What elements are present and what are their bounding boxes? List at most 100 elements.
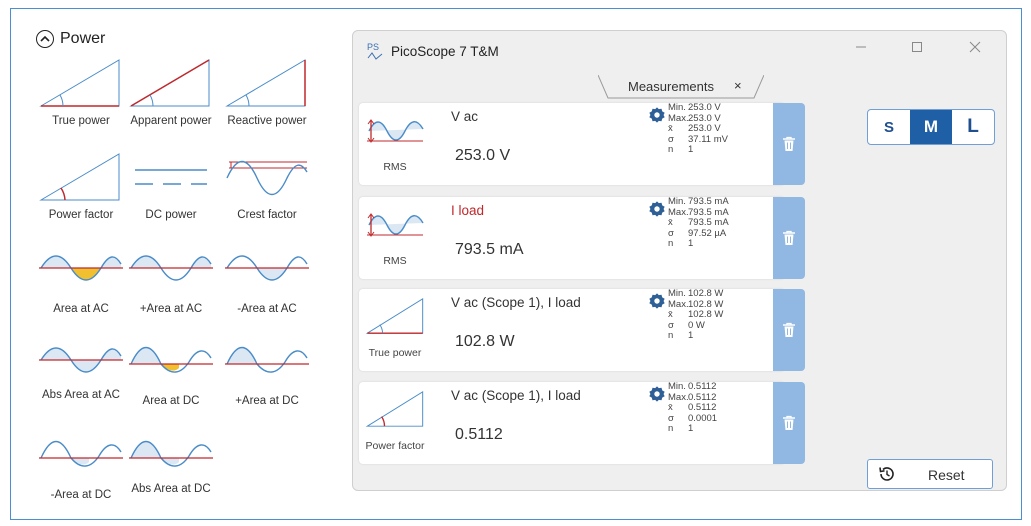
- tile-true-power[interactable]: True power: [38, 58, 124, 128]
- stat-row: x̄ 253.0 V: [668, 123, 728, 135]
- tile-abs-area-dc[interactable]: Abs Area at DC: [128, 438, 214, 496]
- stat-value: 102.8 W: [688, 288, 724, 299]
- stat-row: x̄ 0.5112: [668, 402, 717, 414]
- measurement-card[interactable]: RMS I load 793.5 mA Min. 793.5 mA Max. 793.5 m…: [359, 196, 805, 279]
- maximize-button[interactable]: [905, 40, 929, 60]
- tile-area-dc[interactable]: Area at DC: [128, 344, 214, 408]
- tile-label: Abs Area at AC: [42, 389, 120, 401]
- tile-apparent-power[interactable]: Apparent power: [128, 58, 214, 128]
- collapse-icon[interactable]: [36, 30, 54, 48]
- tile-label: +Area at DC: [235, 395, 299, 407]
- maximize-icon: [912, 42, 922, 52]
- stat-value: 793.5 mA: [688, 196, 729, 207]
- measurement-source: V ac: [451, 109, 479, 124]
- tile-dc-power[interactable]: DC power: [128, 152, 214, 222]
- minimize-button[interactable]: [849, 40, 873, 60]
- tile-plus-area-dc[interactable]: +Area at DC: [224, 344, 310, 408]
- measurement-value: 0.5112: [455, 426, 503, 443]
- measurement-card[interactable]: True power V ac (Scope 1), I load 102.8 WM…: [359, 288, 805, 371]
- reset-button[interactable]: Reset: [867, 459, 993, 489]
- power-section-header[interactable]: Power: [36, 30, 105, 48]
- tab-measurements[interactable]: Measurements ×: [598, 75, 764, 99]
- stat-row: Min. 253.0 V: [668, 102, 728, 114]
- stat-row: x̄ 793.5 mA: [668, 217, 729, 229]
- area-dc-icon: [129, 346, 213, 373]
- stat-value: 0.5112: [688, 402, 717, 413]
- measurement-type-label: True power: [368, 347, 422, 359]
- power-section-title: Power: [60, 30, 106, 47]
- gear-icon[interactable]: [648, 200, 666, 218]
- delete-measurement-button[interactable]: [773, 197, 805, 279]
- stat-key: Min.: [668, 102, 686, 113]
- picoscope-app-icon: PS: [367, 43, 383, 61]
- power-factor-icon: [39, 153, 120, 201]
- stat-row: n1: [668, 144, 728, 156]
- minimize-icon: [856, 46, 866, 48]
- area-ac-icon: [39, 255, 123, 281]
- stat-key: n: [668, 423, 674, 434]
- power-factor-icon: [365, 390, 424, 427]
- trash-icon: [783, 322, 795, 337]
- tile-minus-area-ac[interactable]: -Area at AC: [224, 252, 310, 316]
- minus-area-ac-icon: [225, 255, 309, 281]
- stat-key: n: [668, 238, 674, 249]
- tile-label: Power factor: [48, 209, 114, 221]
- tile-minus-area-dc[interactable]: -Area at DC: [38, 438, 124, 502]
- tile-crest-factor[interactable]: Crest factor: [224, 152, 310, 222]
- measurement-value: 102.8 W: [455, 333, 515, 350]
- stat-value: 0.5112: [688, 381, 717, 392]
- reactive-power-icon: [225, 59, 306, 107]
- tile-label: Area at AC: [53, 303, 109, 315]
- delete-measurement-button[interactable]: [773, 289, 805, 371]
- stat-row: Min. 0.5112: [668, 381, 717, 393]
- tile-power-factor[interactable]: Power factor: [38, 152, 124, 222]
- tile-abs-area-ac[interactable]: Abs Area at AC: [38, 344, 124, 402]
- size-toggle: S M L: [867, 109, 995, 145]
- measurement-card[interactable]: RMS V ac 253.0 V Min. 253.0 V Max. 253.0 Vx̄ 25…: [359, 102, 805, 185]
- close-window-button[interactable]: [963, 40, 987, 60]
- gear-icon[interactable]: [648, 292, 666, 310]
- measurement-card[interactable]: Power factor V ac (Scope 1), I load 0.5112…: [359, 381, 805, 464]
- crest-factor-icon: [226, 160, 308, 196]
- title-bar[interactable]: PS PicoScope 7 T&M: [353, 31, 1006, 71]
- rms-waveform-icon: [367, 213, 424, 237]
- plus-area-ac-icon: [129, 255, 213, 281]
- trash-icon: [783, 415, 795, 430]
- delete-measurement-button[interactable]: [773, 382, 805, 464]
- rms-waveform-icon: [367, 119, 424, 143]
- gear-icon[interactable]: [648, 385, 666, 403]
- gear-icon[interactable]: [648, 106, 666, 124]
- plus-area-dc-icon: [225, 346, 309, 373]
- tile-label: Apparent power: [130, 115, 212, 127]
- size-s-button[interactable]: S: [868, 110, 910, 144]
- stat-value: 37.11 mV: [688, 133, 728, 145]
- stat-key: n: [668, 330, 674, 341]
- tile-area-ac[interactable]: Area at AC: [38, 252, 124, 316]
- stat-row: σ 37.11 mV: [668, 133, 728, 146]
- true-power-icon: [39, 59, 120, 107]
- window-title: PicoScope 7 T&M: [391, 44, 499, 59]
- size-m-button[interactable]: M: [910, 110, 952, 144]
- stat-value: 793.5 mA: [688, 217, 729, 228]
- tab-close-icon[interactable]: ×: [734, 78, 742, 93]
- measurement-source: I load: [451, 203, 485, 218]
- stat-row: Min. 793.5 mA: [668, 196, 729, 208]
- statistics-block: Min. 0.5112 Max. 0.5112 x̄ 0.5112 σ 0.0001 n 1: [668, 381, 717, 435]
- delete-measurement-button[interactable]: [773, 103, 805, 185]
- stat-value: 1: [688, 238, 694, 249]
- dc-power-icon: [135, 169, 207, 185]
- tab-label: Measurements: [628, 79, 714, 94]
- tile-label: Abs Area at DC: [131, 483, 211, 495]
- tile-reactive-power[interactable]: Reactive power: [224, 58, 310, 128]
- stat-row: n1: [668, 330, 723, 342]
- measurement-type-label: RMS: [383, 255, 407, 267]
- measurement-source: V ac (Scope 1), I load: [451, 295, 581, 310]
- tile-plus-area-ac[interactable]: +Area at AC: [128, 252, 214, 316]
- stat-row: n1: [668, 423, 717, 435]
- measurement-value: 253.0 V: [455, 147, 511, 164]
- close-icon: [969, 41, 981, 53]
- stat-value: 1: [688, 330, 694, 341]
- tile-label: DC power: [145, 209, 197, 221]
- stat-key: x̄: [668, 309, 673, 320]
- size-l-button[interactable]: L: [952, 110, 994, 144]
